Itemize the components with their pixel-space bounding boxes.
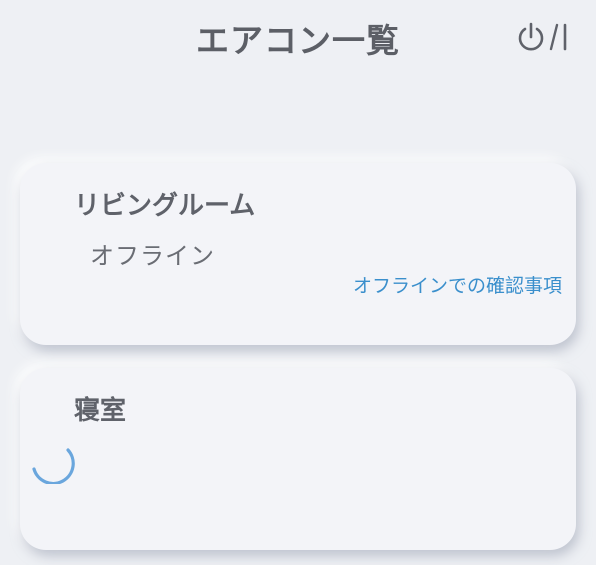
unit-name: リビングルーム — [74, 191, 256, 221]
unit-card-living-room[interactable]: リビングルーム オフライン オフラインでの確認事項 — [20, 163, 576, 345]
power-toggle-button[interactable] — [516, 20, 568, 54]
slash-icon — [549, 23, 559, 51]
unit-name: 寝室 — [74, 396, 127, 426]
unit-card-bedroom[interactable]: 寝室 — [20, 368, 576, 550]
page-title: エアコン一覧 — [196, 21, 400, 60]
loading-spinner-icon — [32, 448, 75, 484]
power-icon — [518, 22, 544, 51]
header: エアコン一覧 — [0, 0, 596, 80]
offline-check-link[interactable]: オフラインでの確認事項 — [353, 271, 562, 298]
unit-status: オフライン — [90, 242, 215, 270]
on-bar-icon — [563, 23, 567, 51]
